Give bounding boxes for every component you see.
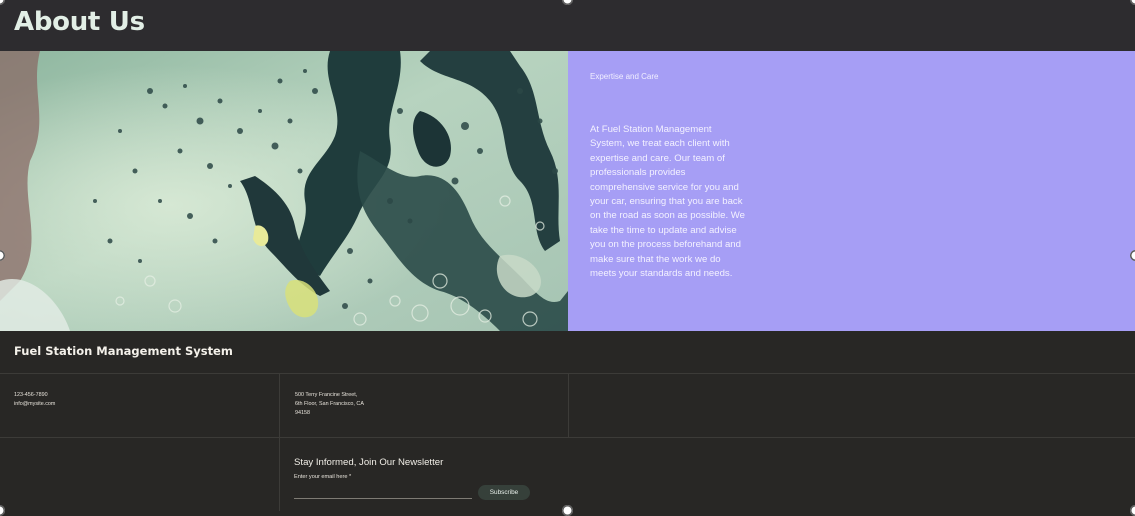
contact-email[interactable]: info@mysite.com	[14, 400, 55, 409]
page-title: About Us	[14, 7, 145, 37]
panel-heading: Expertise and Care	[590, 72, 659, 81]
footer-divider-left	[279, 373, 280, 511]
footer-divider-right	[568, 373, 569, 437]
hero-image	[0, 51, 568, 331]
resize-handle-middle-right[interactable]	[1130, 250, 1135, 261]
email-label: Enter your email here *	[294, 474, 352, 480]
address-line-1: 500 Terry Francine Street,	[295, 392, 358, 398]
address-line-2: 6th Floor, San Francisco, CA	[295, 401, 364, 407]
about-panel: Expertise and Care At Fuel Station Manag…	[568, 51, 1135, 331]
newsletter-title: Stay Informed, Join Our Newsletter	[294, 457, 444, 468]
subscribe-button[interactable]: Subscribe	[478, 485, 530, 500]
page-header: About Us	[0, 0, 1135, 51]
address-line-3: 94158	[295, 410, 310, 416]
footer-site-name: Fuel Station Management System	[14, 344, 233, 358]
panel-body-text: At Fuel Station Management System, we tr…	[590, 124, 746, 280]
contact-phone: 123-456-7890	[14, 392, 48, 398]
water-droplets-image	[0, 51, 568, 331]
email-input[interactable]	[294, 484, 472, 499]
footer-divider-middle	[0, 437, 1135, 438]
address-info: 500 Terry Francine Street, 6th Floor, Sa…	[295, 391, 364, 418]
contact-info: 123-456-7890 info@mysite.com	[14, 391, 55, 409]
